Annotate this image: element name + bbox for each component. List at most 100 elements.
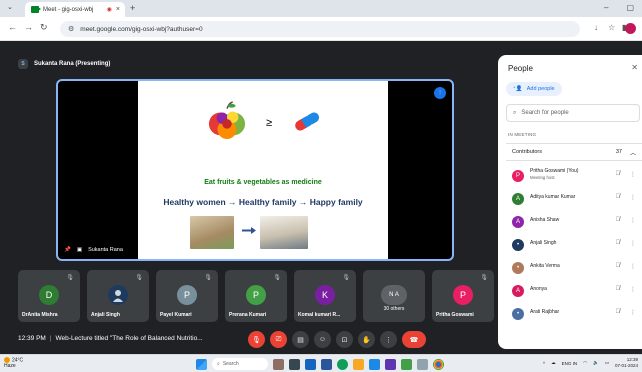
mic-off-icon: 🎙̸ [615,217,621,223]
word-icon[interactable] [321,358,332,370]
people-search-input[interactable]: ⌕ Search for people [506,104,640,122]
right-arrow-icon [242,227,256,234]
participant-name: Prerana Kumari [229,312,267,318]
presenter-initial-badge: S [18,59,28,69]
taskbar-search[interactable]: ⌕ Search [212,358,268,370]
wifi-icon[interactable]: ◠ [583,360,587,366]
participant-name: Komal kumari R... [298,312,341,318]
mic-toggle-icon[interactable]: 🎙 [248,331,265,348]
participant-tile[interactable]: 🎙 K Komal kumari R... [294,270,356,322]
contributors-group-header[interactable]: Contributors 37 ︿ [506,143,642,161]
mic-off-icon: 🎙̸ [615,194,621,200]
avatar-photo: • [512,308,524,320]
participant-tile[interactable]: 🎙 D DrAnita Mishra [18,270,80,322]
avatar: A [512,216,524,228]
restore-button[interactable]: ▢ [626,3,634,12]
participant-tile[interactable]: 🎙 P Payel Kumari [156,270,218,322]
others-tile[interactable]: N A 30 others [363,270,425,322]
back-icon[interactable]: ← [8,22,17,32]
list-item[interactable]: P Pritha Goswami (You) Meeting host 🎙̸ ⋮ [506,165,642,187]
more-options-icon[interactable]: ⋮ [630,240,636,247]
minimize-button[interactable]: – [604,3,608,12]
list-item[interactable]: • Arati Rajbhar 🎙̸ ⋮ [506,303,642,325]
file-explorer-icon[interactable] [353,358,364,370]
participant-name: Anjali Singh [91,312,120,318]
fruit-apple-image [208,101,246,140]
avatar: A [512,193,524,205]
widgets-icon[interactable] [273,358,284,370]
list-item[interactable]: A Anisha Shaw 🎙̸ ⋮ [506,211,642,233]
taskbar-search-label: Search [222,361,239,367]
search-placeholder: Search for people [521,110,569,116]
close-icon[interactable]: ✕ [631,63,638,72]
site-info-icon[interactable]: ⚙ [68,25,74,33]
excel-icon[interactable] [401,358,412,370]
leave-call-icon[interactable]: ☎ [402,331,426,348]
windows-start-icon[interactable] [196,358,207,370]
person-name: Pritha Goswami (You) [530,168,579,174]
more-options-icon[interactable]: ⋮ [630,309,636,316]
participant-name: Pritha Goswami [436,312,474,318]
presentation-tile[interactable]: ≥ Eat fruits & vegetables as medicine He… [56,79,454,261]
slide-tagline: Eat fruits & vegetables as medicine [204,179,322,186]
app-icon[interactable] [417,358,428,370]
captions-icon[interactable]: ▤ [292,331,309,348]
tab-search-icon[interactable]: ⌄ [7,3,13,11]
add-people-button[interactable]: ⁺👤 Add people [506,82,562,96]
mic-off-icon: 🎙̸ [615,263,621,269]
person-add-icon: ⁺👤 [513,86,523,92]
weather-condition: Haze [4,363,16,370]
profile-avatar[interactable] [625,23,636,34]
emoji-icon[interactable]: ☺ [314,331,331,348]
edge-icon[interactable] [337,358,348,370]
chrome-icon[interactable] [433,358,444,370]
chevron-up-icon: ︿ [629,150,636,157]
download-icon[interactable]: ↓ [594,23,598,32]
list-item[interactable]: A Aditya kumar Kumar 🎙̸ ⋮ [506,188,642,210]
separator: | [49,335,52,342]
camera-toggle-icon[interactable]: ⎚ [270,331,287,348]
language-indicator[interactable]: ENG IN [562,361,578,366]
weather-widget[interactable]: 24°C Haze [4,357,23,369]
url-field[interactable]: ⚙ meet.google.com/gig-osxi-wbj?authuser=… [60,21,580,37]
avatar: D [39,285,59,305]
mic-off-icon: 🎙 [273,275,281,281]
store-icon[interactable] [369,358,380,370]
list-item[interactable]: A Anonya 🎙̸ ⋮ [506,280,642,302]
tab-close-button[interactable]: × [116,6,120,13]
battery-icon[interactable]: ▭ [605,360,609,366]
cloud-icon[interactable]: ☁ [551,360,556,366]
more-options-icon[interactable]: ⋮ [630,263,636,270]
self-tile[interactable]: 🎙 P Pritha Goswami [432,270,494,322]
more-options-icon[interactable]: ⋮ [630,286,636,293]
person-role: Meeting host [530,175,555,180]
mic-off-icon: 🎙̸ [615,240,621,246]
group-count: 37 [615,149,622,155]
search-icon: ⌕ [513,109,517,116]
browser-tab[interactable]: Meet - gig-osxi-wbj ◉ × [25,2,125,17]
participant-tile[interactable]: 🎙 P Prerana Kumari [225,270,287,322]
more-options-icon[interactable]: ⋮ [630,217,636,224]
group-label: Contributors [512,149,542,155]
task-view-icon[interactable] [289,358,300,370]
more-options-icon[interactable]: ⋮ [630,194,636,201]
list-item[interactable]: • Ankita Verma 🎙̸ ⋮ [506,257,642,279]
list-item[interactable]: • Anjali Singh 🎙̸ ⋮ [506,234,642,256]
raise-hand-icon[interactable]: ✋ [358,331,375,348]
zoom-app-icon[interactable] [305,358,316,370]
chevron-up-icon[interactable]: ^ [543,361,545,366]
presenting-label: S Sukanta Rana (Presenting) [18,59,110,69]
clock[interactable]: 12:39 07-01-2024 [615,357,638,369]
reload-icon[interactable]: ↻ [40,22,48,33]
pin-icon[interactable]: 📌 [64,247,71,253]
tab-title: Meet - gig-osxi-wbj [43,6,94,13]
new-tab-button[interactable]: + [130,3,135,13]
bookmark-star-icon[interactable]: ☆ [608,23,615,32]
forward-icon[interactable]: → [24,22,33,32]
volume-icon[interactable]: 🔈 [593,360,599,366]
app-icon[interactable] [385,358,396,370]
more-options-icon[interactable]: ⋮ [380,331,397,348]
more-options-icon[interactable]: ⋮ [630,171,636,178]
present-icon[interactable]: ⊡ [336,331,353,348]
participant-tile[interactable]: 🎙 Anjali Singh [87,270,149,322]
